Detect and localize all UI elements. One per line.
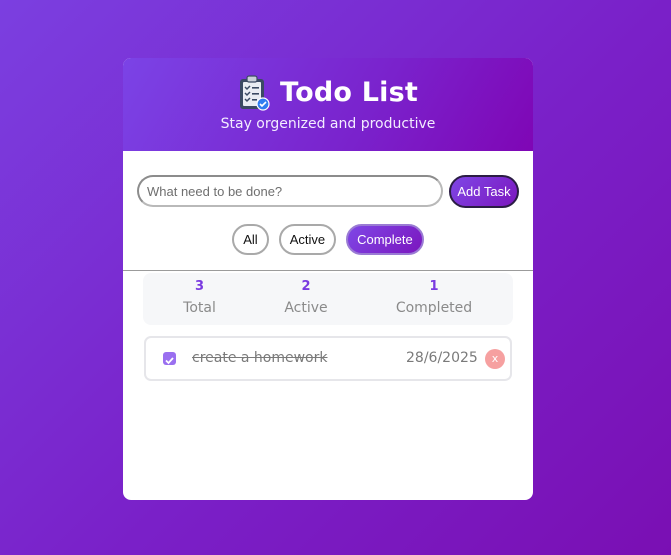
stats-panel: 3 Total 2 Active 1 Completed (143, 273, 513, 325)
task-input[interactable] (137, 175, 443, 207)
task-item: create a homework 28/6/2025 x (144, 336, 512, 381)
filter-all-button[interactable]: All (232, 224, 269, 255)
page-title: Todo List (280, 77, 418, 108)
task-checkbox[interactable] (163, 352, 176, 365)
stat-active-label: Active (284, 300, 328, 316)
stat-completed-value: 1 (429, 279, 439, 294)
todo-card: Todo List Stay orgenized and productive … (123, 58, 533, 500)
checkmark-icon (165, 357, 174, 365)
divider (123, 270, 533, 271)
stat-completed: 1 Completed (391, 279, 477, 317)
stat-active: 2 Active (283, 279, 329, 317)
clipboard-checklist-icon (240, 75, 270, 111)
delete-task-button[interactable]: x (485, 349, 505, 369)
task-text: create a homework (192, 350, 328, 366)
filter-bar: All Active Complete (123, 224, 533, 255)
stat-active-value: 2 (301, 279, 311, 294)
filter-active-button[interactable]: Active (278, 224, 337, 255)
page-subtitle: Stay orgenized and productive (220, 116, 436, 132)
add-task-row: Add Task (137, 175, 519, 209)
task-date: 28/6/2025 (406, 350, 478, 366)
stat-total: 3 Total (178, 279, 221, 317)
stat-completed-label: Completed (395, 300, 473, 316)
title-row: Todo List (123, 75, 533, 111)
stat-total-value: 3 (194, 279, 205, 294)
header: Todo List Stay orgenized and productive (123, 58, 533, 151)
stat-total-label: Total (183, 300, 216, 316)
filter-complete-button[interactable]: Complete (346, 224, 424, 255)
add-task-button[interactable]: Add Task (449, 175, 519, 208)
